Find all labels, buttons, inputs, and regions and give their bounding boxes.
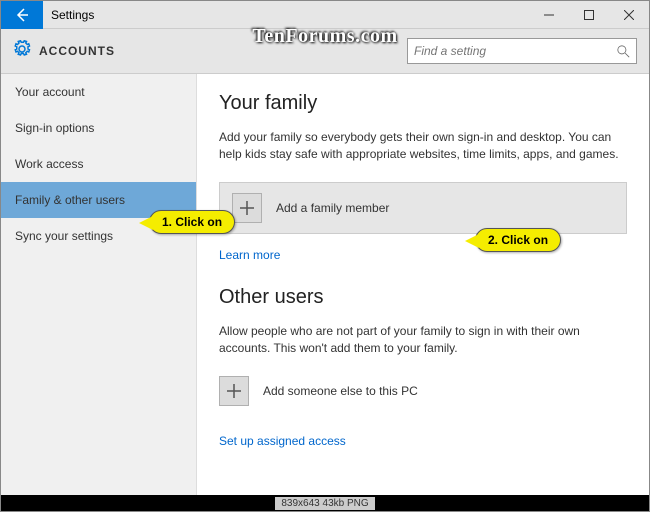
sidebar-item-your-account[interactable]: Your account: [1, 74, 196, 110]
add-other-user-button[interactable]: Add someone else to this PC: [219, 376, 627, 420]
app-title: Settings: [51, 8, 529, 22]
maximize-button[interactable]: [569, 1, 609, 29]
close-button[interactable]: [609, 1, 649, 29]
other-users-desc: Allow people who are not part of your fa…: [219, 323, 627, 358]
sidebar-item-signin-options[interactable]: Sign-in options: [1, 110, 196, 146]
plus-icon: [219, 376, 249, 406]
your-family-desc: Add your family so everybody gets their …: [219, 129, 627, 164]
minimize-button[interactable]: [529, 1, 569, 29]
back-button[interactable]: [1, 1, 43, 29]
header: ACCOUNTS: [1, 29, 649, 74]
page-title: ACCOUNTS: [39, 44, 407, 58]
add-other-label: Add someone else to this PC: [263, 384, 418, 398]
titlebar: Settings: [1, 1, 649, 29]
sidebar-item-work-access[interactable]: Work access: [1, 146, 196, 182]
content: Your family Add your family so everybody…: [197, 74, 649, 495]
search-icon: [617, 45, 630, 58]
footer: 839x643 43kb PNG: [1, 495, 649, 511]
add-family-label: Add a family member: [276, 201, 389, 215]
assigned-access-link[interactable]: Set up assigned access: [219, 434, 346, 448]
search-box[interactable]: [407, 38, 637, 64]
footer-text: 839x643 43kb PNG: [275, 497, 374, 510]
gear-icon: [13, 40, 31, 63]
search-input[interactable]: [414, 44, 617, 58]
plus-icon: [232, 193, 262, 223]
other-users-heading: Other users: [219, 286, 627, 309]
your-family-heading: Your family: [219, 92, 627, 115]
callout-2: 2. Click on: [475, 228, 561, 252]
minimize-icon: [544, 10, 554, 20]
window-buttons: [529, 1, 649, 29]
maximize-icon: [584, 10, 594, 20]
close-icon: [624, 10, 634, 20]
sidebar: Your account Sign-in options Work access…: [1, 74, 197, 495]
arrow-left-icon: [14, 7, 30, 23]
add-family-member-button[interactable]: Add a family member: [219, 182, 627, 234]
callout-1: 1. Click on: [149, 210, 235, 234]
learn-more-link[interactable]: Learn more: [219, 248, 280, 262]
